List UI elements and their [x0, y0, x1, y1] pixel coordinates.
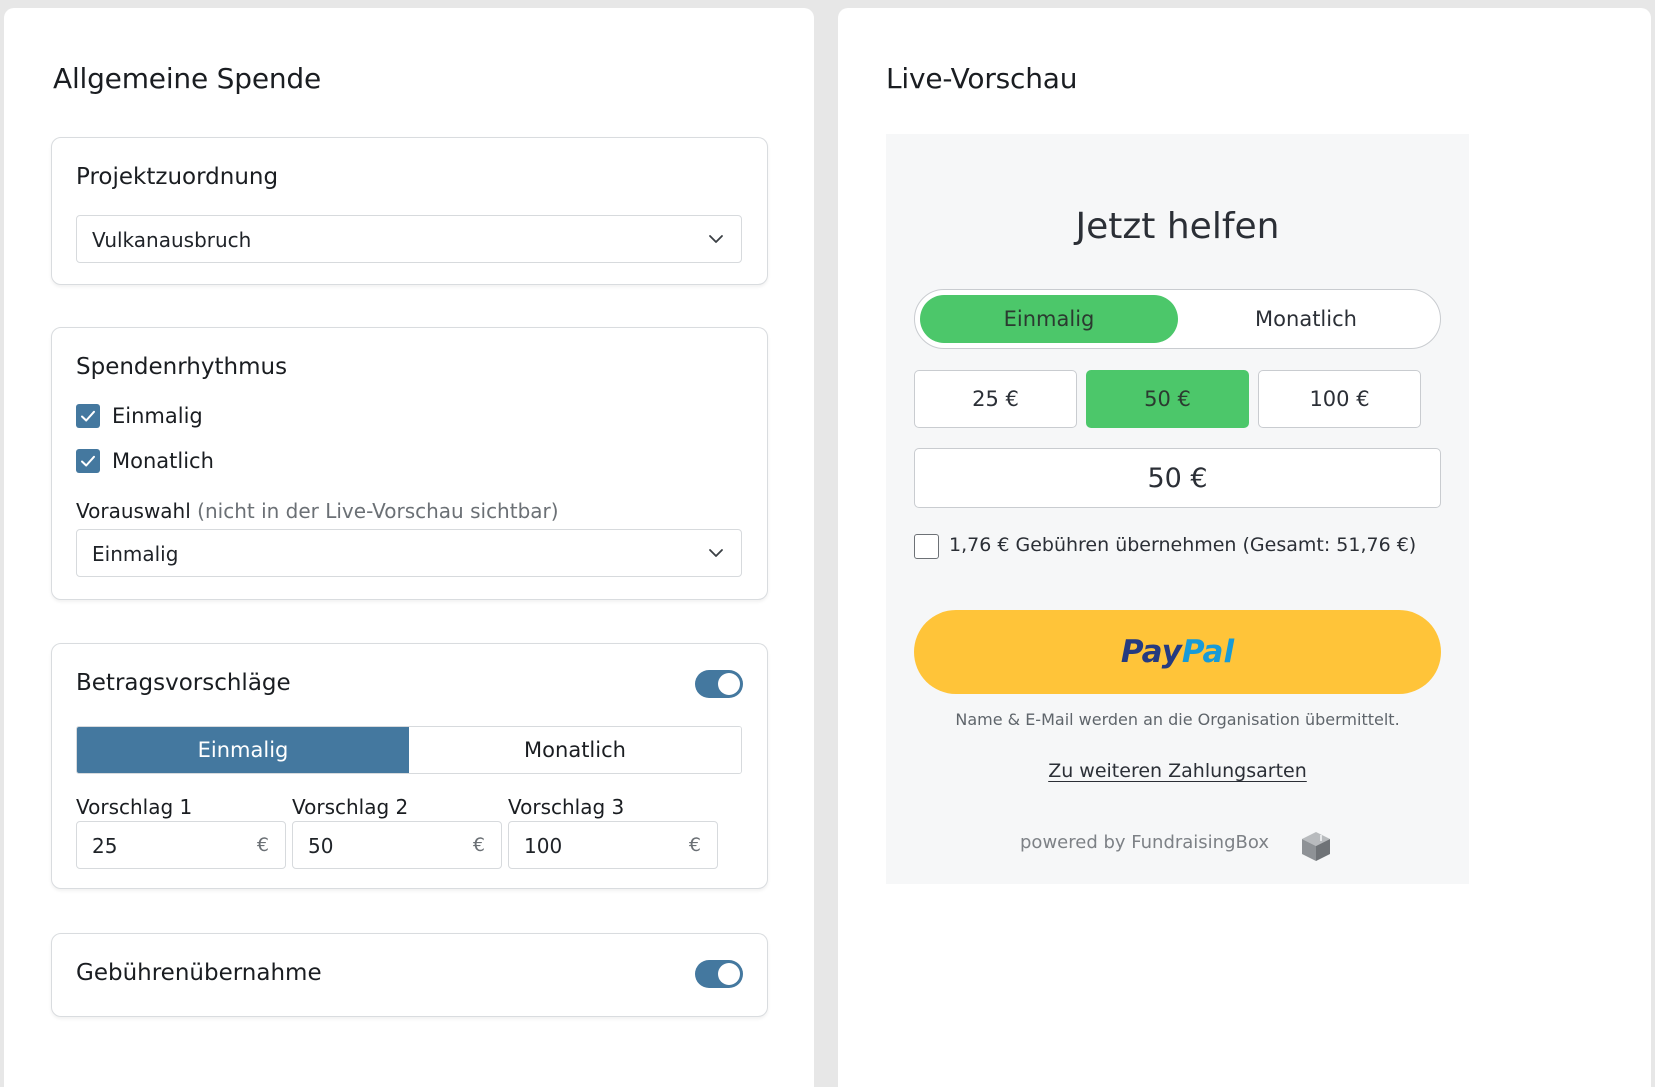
amount-button-25[interactable]: 25 €: [914, 370, 1077, 428]
project-card-title: Projektzuordnung: [76, 164, 279, 190]
preview-panel: Live-Vorschau Jetzt helfen Einmalig Mona…: [838, 8, 1651, 1087]
checkbox-checked[interactable]: [76, 449, 100, 473]
preselect-label: Vorauswahl: [76, 499, 191, 523]
project-card: Projektzuordnung Vulkanausbruch: [51, 137, 768, 285]
currency-symbol: €: [688, 834, 701, 856]
suggestion-1-value: 25: [92, 834, 118, 858]
paypal-button[interactable]: Pay Pal: [914, 610, 1441, 694]
powered-by-text: powered by FundraisingBox: [886, 832, 1469, 853]
page-title: Allgemeine Spende: [53, 62, 321, 95]
tab-monthly[interactable]: Monatlich: [409, 727, 741, 773]
amount-button-50[interactable]: 50 €: [1086, 370, 1249, 428]
fees-toggle[interactable]: [695, 960, 743, 988]
fee-label: 1,76 € Gebühren übernehmen (Gesamt: 51,7…: [949, 534, 1417, 556]
rhythm-card-title: Spendenrhythmus: [76, 354, 288, 380]
fees-card: Gebührenübernahme: [51, 933, 768, 1017]
rhythm-option-label: Monatlich: [112, 449, 214, 473]
rhythm-card: Spendenrhythmus Einmalig Monatlich Vorau…: [51, 327, 768, 600]
preselect-select[interactable]: Einmalig: [76, 529, 742, 577]
rhythm-option-label: Einmalig: [112, 404, 203, 428]
box-logo-icon: [1302, 832, 1330, 861]
checkmark-icon: [81, 410, 95, 422]
suggestion-3-value: 100: [524, 834, 563, 858]
suggestion-3-input[interactable]: 100 €: [508, 821, 718, 869]
suggestions-toggle[interactable]: [695, 670, 743, 698]
amount-button-100[interactable]: 100 €: [1258, 370, 1421, 428]
paypal-logo-pal: Pal: [1181, 634, 1235, 670]
tab-once[interactable]: Einmalig: [77, 727, 409, 773]
fee-checkbox[interactable]: [914, 534, 939, 559]
more-payments-link[interactable]: Zu weiteren Zahlungsarten: [1048, 760, 1307, 782]
fees-card-title: Gebührenübernahme: [76, 960, 322, 986]
preselect-label-row: Vorauswahl (nicht in der Live-Vorschau s…: [76, 499, 559, 523]
toggle-knob: [718, 673, 740, 695]
suggestions-tabs: Einmalig Monatlich: [76, 726, 742, 774]
suggestion-3-label: Vorschlag 3: [508, 795, 625, 819]
toggle-knob: [718, 963, 740, 985]
preview-title: Live-Vorschau: [886, 62, 1078, 95]
checkbox-checked[interactable]: [76, 404, 100, 428]
chevron-down-icon: [709, 549, 723, 557]
suggestions-card: Betragsvorschläge Einmalig Monatlich Vor…: [51, 643, 768, 889]
currency-symbol: €: [256, 834, 269, 856]
powered-by-label: powered by FundraisingBox: [1020, 832, 1269, 853]
suggestion-1-label: Vorschlag 1: [76, 795, 193, 819]
preselect-select-value: Einmalig: [92, 542, 179, 566]
custom-amount-input[interactable]: 50 €: [914, 448, 1441, 508]
chevron-down-icon: [709, 235, 723, 243]
form-heading: Jetzt helfen: [1075, 206, 1280, 247]
suggestion-2-input[interactable]: 50 €: [292, 821, 502, 869]
preselect-hint: (nicht in der Live-Vorschau sichtbar): [197, 499, 559, 523]
paypal-logo-pay: Pay: [1120, 634, 1182, 670]
privacy-note: Name & E-Mail werden an die Organisation…: [955, 710, 1400, 729]
checkmark-icon: [81, 455, 95, 467]
project-select[interactable]: Vulkanausbruch: [76, 215, 742, 263]
suggestion-2-label: Vorschlag 2: [292, 795, 409, 819]
frequency-once-button[interactable]: Einmalig: [920, 295, 1178, 343]
currency-symbol: €: [472, 834, 485, 856]
frequency-switch: Einmalig Monatlich: [914, 289, 1441, 349]
more-payments-row: Zu weiteren Zahlungsarten: [886, 760, 1469, 782]
suggestion-1-input[interactable]: 25 €: [76, 821, 286, 869]
suggestion-2-value: 50: [308, 834, 334, 858]
suggestions-card-title: Betragsvorschläge: [76, 670, 291, 696]
project-select-value: Vulkanausbruch: [92, 228, 252, 252]
frequency-monthly-button[interactable]: Monatlich: [1177, 295, 1435, 343]
settings-panel: Allgemeine Spende Projektzuordnung Vulka…: [4, 8, 814, 1087]
donation-form-preview: Jetzt helfen Einmalig Monatlich 25 € 50 …: [886, 134, 1469, 884]
